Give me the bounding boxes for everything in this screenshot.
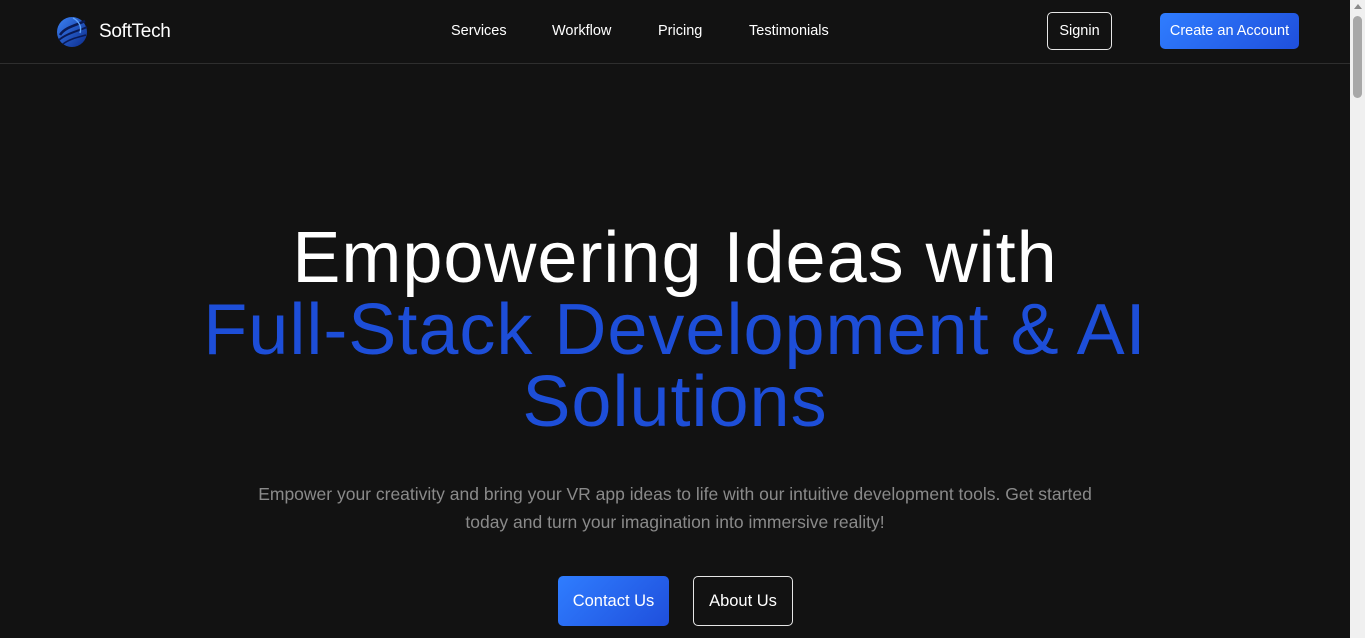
hero-title-line-2: Full-Stack Development & AI [203, 290, 1147, 370]
hero-title-line-1: Empowering Ideas with [292, 218, 1058, 298]
site-header: SoftTech Services Workflow Pricing Testi… [0, 0, 1350, 64]
page: SoftTech Services Workflow Pricing Testi… [0, 0, 1365, 638]
hero-subtitle-line-2: today and turn your imagination into imm… [465, 512, 885, 532]
nav-link-testimonials[interactable]: Testimonials [749, 22, 829, 40]
signin-button[interactable]: Signin [1047, 12, 1112, 50]
main-nav: Services Workflow Pricing Testimonials [0, 22, 1350, 42]
hero-subtitle: Empower your creativity and bring your V… [235, 480, 1115, 536]
nav-link-services[interactable]: Services [451, 22, 507, 40]
about-us-button[interactable]: About Us [693, 576, 793, 626]
scrollbar-thumb[interactable] [1353, 16, 1362, 98]
hero-title: Empowering Ideas with Full-Stack Develop… [0, 222, 1350, 438]
create-account-button[interactable]: Create an Account [1160, 13, 1299, 49]
hero-subtitle-line-1: Empower your creativity and bring your V… [258, 484, 1092, 504]
hero-title-line-3: Solutions [522, 362, 828, 442]
scroll-up-arrow-icon[interactable] [1354, 4, 1362, 9]
nav-link-workflow[interactable]: Workflow [552, 22, 611, 40]
vertical-scrollbar[interactable] [1350, 0, 1365, 638]
nav-link-pricing[interactable]: Pricing [658, 22, 702, 40]
contact-us-button[interactable]: Contact Us [558, 576, 669, 626]
